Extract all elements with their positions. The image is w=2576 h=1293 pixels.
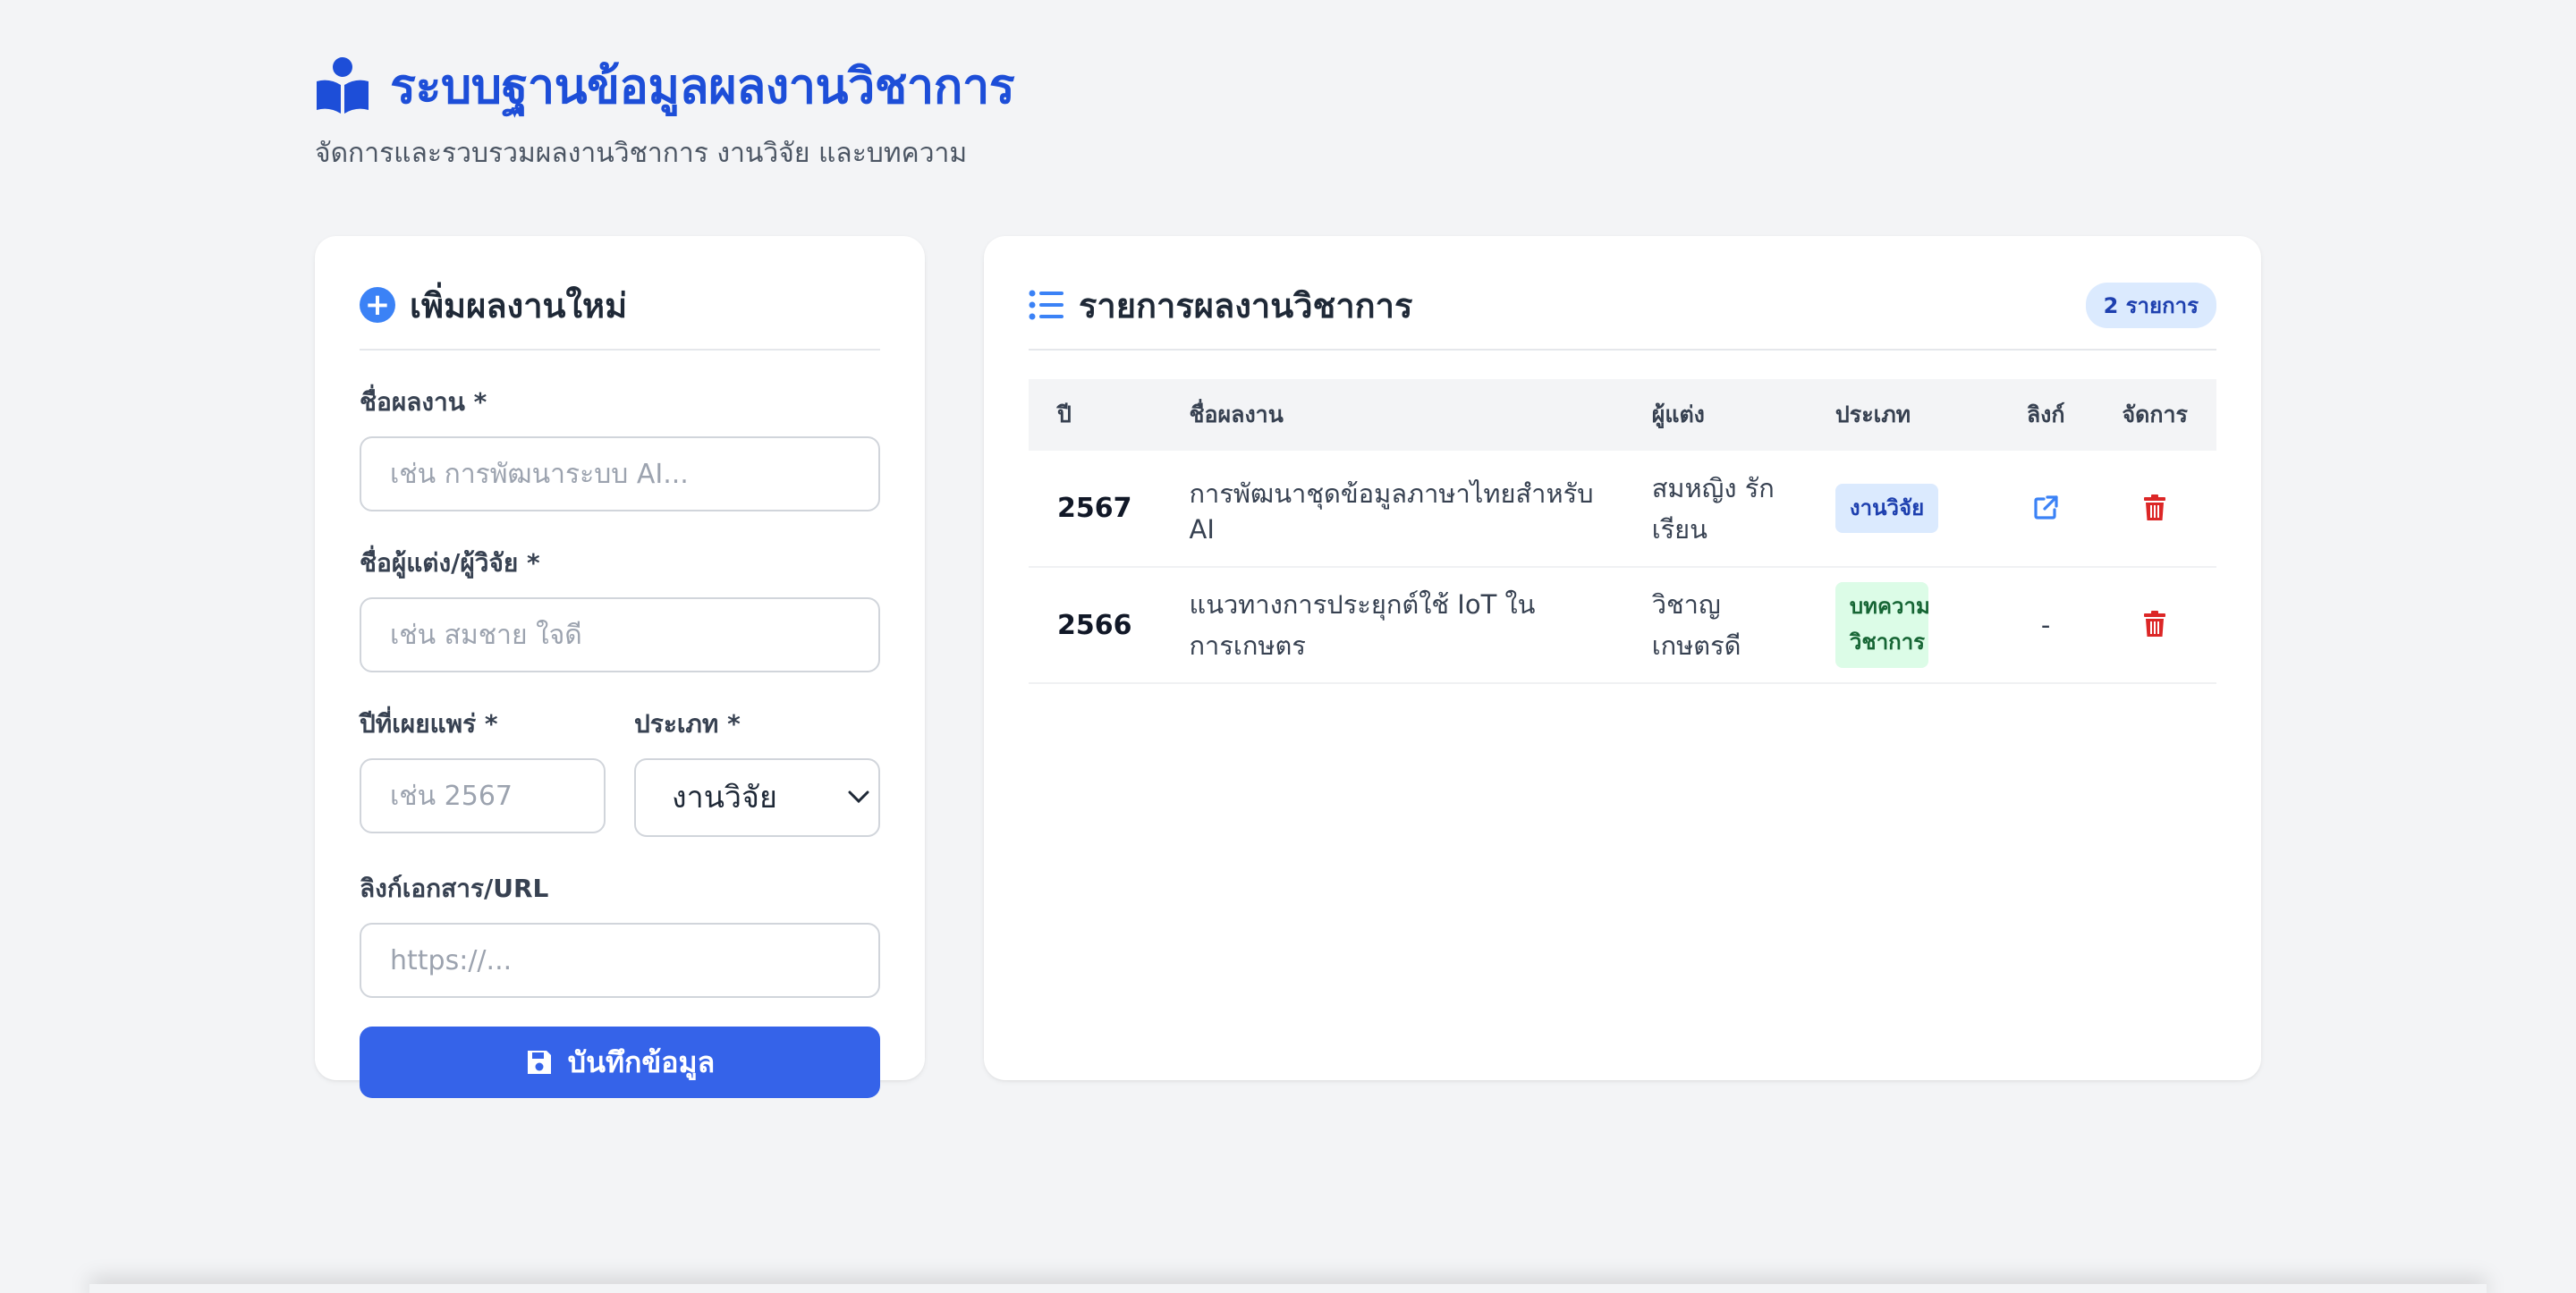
- title-field-group: ชื่อผลงาน *: [360, 383, 880, 511]
- url-label: ลิงก์เอกสาร/URL: [360, 874, 549, 903]
- author-input[interactable]: [360, 597, 880, 672]
- table-header-row: ปี ชื่อผลงาน ผู้แต่ง ประเภท ลิงก์ จัดการ: [1029, 379, 2216, 451]
- page-header: ระบบฐานข้อมูลผลงานวิชาการ: [315, 50, 2261, 122]
- row-type-cell: งานวิจัย: [1806, 451, 1998, 568]
- list-icon: [1029, 290, 1063, 320]
- year-label: ปีที่เผยแพร่ *: [360, 709, 498, 739]
- author-field-group: ชื่อผู้แต่ง/ผู้วิจัย *: [360, 544, 880, 672]
- column-header-year: ปี: [1029, 379, 1161, 451]
- column-header-type: ประเภท: [1806, 379, 1998, 451]
- plus-circle-icon: +: [360, 287, 395, 323]
- type-badge: งานวิจัย: [1835, 483, 1939, 534]
- trash-icon[interactable]: [2137, 490, 2173, 526]
- row-title: การพัฒนาชุดข้อมูลภาษาไทยสำหรับ AI: [1160, 451, 1623, 568]
- type-field-group: ประเภท * งานวิจัย: [634, 705, 880, 837]
- year-field-group: ปีที่เผยแพร่ *: [360, 705, 606, 837]
- table-row: 2567 การพัฒนาชุดข้อมูลภาษาไทยสำหรับ AI ส…: [1029, 451, 2216, 568]
- page-title: ระบบฐานข้อมูลผลงานวิชาการ: [390, 58, 1015, 114]
- save-button-label: บันทึกข้อมูล: [567, 1044, 716, 1079]
- row-link-cell: [1997, 451, 2094, 568]
- type-select[interactable]: งานวิจัย: [634, 758, 880, 837]
- works-list-heading: รายการผลงานวิชาการ: [1079, 285, 1413, 325]
- row-year: 2566: [1029, 567, 1161, 684]
- row-actions-cell: [2093, 567, 2216, 684]
- column-header-actions: จัดการ: [2093, 379, 2216, 451]
- cards-area: + เพิ่มผลงานใหม่ ชื่อผลงาน * ชื่อผู้แต่ง…: [315, 236, 2261, 1130]
- add-work-card: + เพิ่มผลงานใหม่ ชื่อผลงาน * ชื่อผู้แต่ง…: [315, 236, 925, 1098]
- page-subtitle: จัดการและรวบรวมผลงานวิชาการ งานวิจัย และ…: [315, 138, 968, 169]
- add-work-card-header: + เพิ่มผลงานใหม่: [360, 279, 880, 351]
- type-label: ประเภท *: [634, 709, 741, 739]
- column-header-link: ลิงก์: [1997, 379, 2094, 451]
- add-work-heading: เพิ่มผลงานใหม่: [410, 285, 628, 325]
- row-year: 2567: [1029, 451, 1161, 568]
- url-input[interactable]: [360, 923, 880, 998]
- title-input[interactable]: [360, 436, 880, 511]
- bottom-shadow-bar: [89, 1284, 2487, 1293]
- title-label: ชื่อผลงาน *: [360, 387, 487, 417]
- count-badge: 2 รายการ: [2085, 282, 2216, 328]
- url-field-group: ลิงก์เอกสาร/URL: [360, 869, 880, 998]
- row-author: สมหญิง รักเรียน: [1623, 451, 1807, 568]
- row-title: แนวทางการประยุกต์ใช้ IoT ในการเกษตร: [1160, 567, 1623, 684]
- works-table: ปี ชื่อผลงาน ผู้แต่ง ประเภท ลิงก์ จัดการ…: [1029, 379, 2216, 684]
- book-reader-icon: [315, 56, 370, 115]
- year-input[interactable]: [360, 758, 606, 833]
- trash-icon[interactable]: [2137, 606, 2173, 642]
- type-badge: บทความวิชาการ: [1835, 582, 1930, 668]
- save-button[interactable]: บันทึกข้อมูล: [360, 1027, 880, 1098]
- row-type-cell: บทความวิชาการ: [1806, 567, 1998, 684]
- row-link-cell: -: [1997, 567, 2094, 684]
- external-link-icon[interactable]: [2028, 490, 2063, 526]
- works-list-header: รายการผลงานวิชาการ 2 รายการ: [1029, 279, 2216, 351]
- page: ระบบฐานข้อมูลผลงานวิชาการ จัดการและรวบรว…: [315, 50, 2261, 1098]
- year-type-row: ปีที่เผยแพร่ * ประเภท * งานวิจัย: [360, 672, 880, 837]
- floppy-disk-icon: [527, 1051, 551, 1074]
- column-header-author: ผู้แต่ง: [1623, 379, 1807, 451]
- column-header-title: ชื่อผลงาน: [1160, 379, 1623, 451]
- row-author: วิชาญ เกษตรดี: [1623, 567, 1807, 684]
- table-row: 2566 แนวทางการประยุกต์ใช้ IoT ในการเกษตร…: [1029, 567, 2216, 684]
- author-label: ชื่อผู้แต่ง/ผู้วิจัย *: [360, 548, 540, 578]
- row-actions-cell: [2093, 451, 2216, 568]
- works-list-card: รายการผลงานวิชาการ 2 รายการ ปี ชื่อผลงาน…: [984, 236, 2261, 1080]
